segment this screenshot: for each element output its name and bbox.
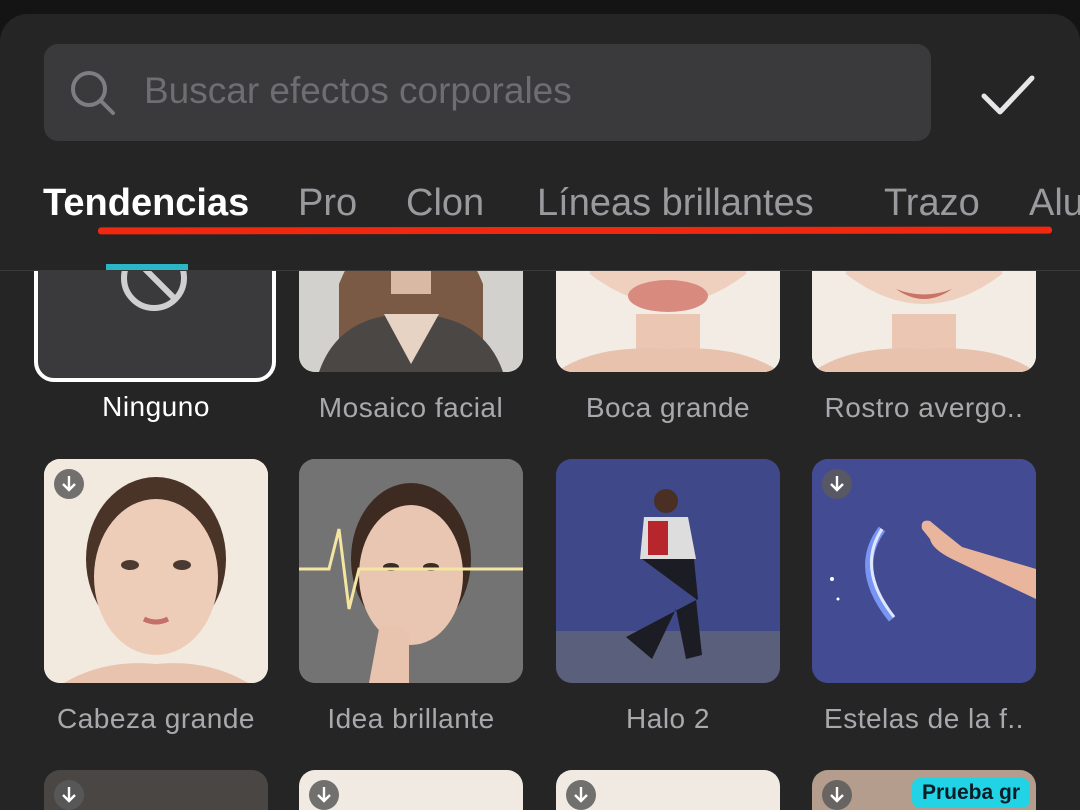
- effect-thumbnail[interactable]: [556, 770, 780, 810]
- effect-thumbnail[interactable]: Prueba gr: [812, 770, 1036, 810]
- effect-thumbnail[interactable]: [44, 459, 268, 683]
- selected-indicator: [106, 264, 188, 270]
- effect-label: Estelas de la f..: [824, 703, 1024, 734]
- download-icon: [822, 469, 852, 499]
- download-icon: [54, 469, 84, 499]
- effect-thumbnail[interactable]: [44, 770, 268, 810]
- effect-thumbnail[interactable]: [299, 770, 523, 810]
- effect-label: Rostro avergo..: [824, 392, 1024, 423]
- effect-label: Idea brillante: [327, 703, 495, 734]
- effect-thumbnail[interactable]: [556, 459, 780, 683]
- effect-thumbnail[interactable]: [812, 459, 1036, 683]
- promo-badge: Prueba gr: [911, 778, 1030, 808]
- tab-tendencias[interactable]: Tendencias: [43, 182, 249, 225]
- download-icon: [822, 780, 852, 810]
- tab-clon[interactable]: Clon: [406, 182, 484, 225]
- effect-label: Ninguno: [102, 391, 210, 422]
- effects-header: Buscar efectos corporales Tendencias Pro…: [0, 14, 1080, 271]
- tab-lineas-brillantes[interactable]: Líneas brillantes: [537, 182, 814, 225]
- download-icon: [309, 780, 339, 810]
- effect-label: Mosaico facial: [318, 392, 504, 423]
- search-icon: [71, 71, 115, 115]
- portrait-image: [299, 459, 523, 683]
- tab-pro[interactable]: Pro: [298, 182, 357, 225]
- effect-label: Boca grande: [585, 392, 751, 423]
- effects-panel: Ninguno Mosaico facial Boca grande Rostr…: [0, 14, 1080, 810]
- effect-label: Halo 2: [626, 703, 710, 734]
- effect-thumbnail[interactable]: [299, 459, 523, 683]
- effect-label: Cabeza grande: [57, 703, 255, 734]
- tab-trazo[interactable]: Trazo: [884, 182, 980, 225]
- tab-alu[interactable]: Alu: [1029, 182, 1080, 225]
- search-input[interactable]: Buscar efectos corporales: [144, 70, 572, 112]
- download-icon: [566, 780, 596, 810]
- checkmark-icon[interactable]: [978, 70, 1038, 120]
- search-bar[interactable]: Buscar efectos corporales: [44, 44, 931, 141]
- download-icon: [54, 780, 84, 810]
- dancer-image: [556, 459, 780, 683]
- tab-underline: [97, 226, 1053, 235]
